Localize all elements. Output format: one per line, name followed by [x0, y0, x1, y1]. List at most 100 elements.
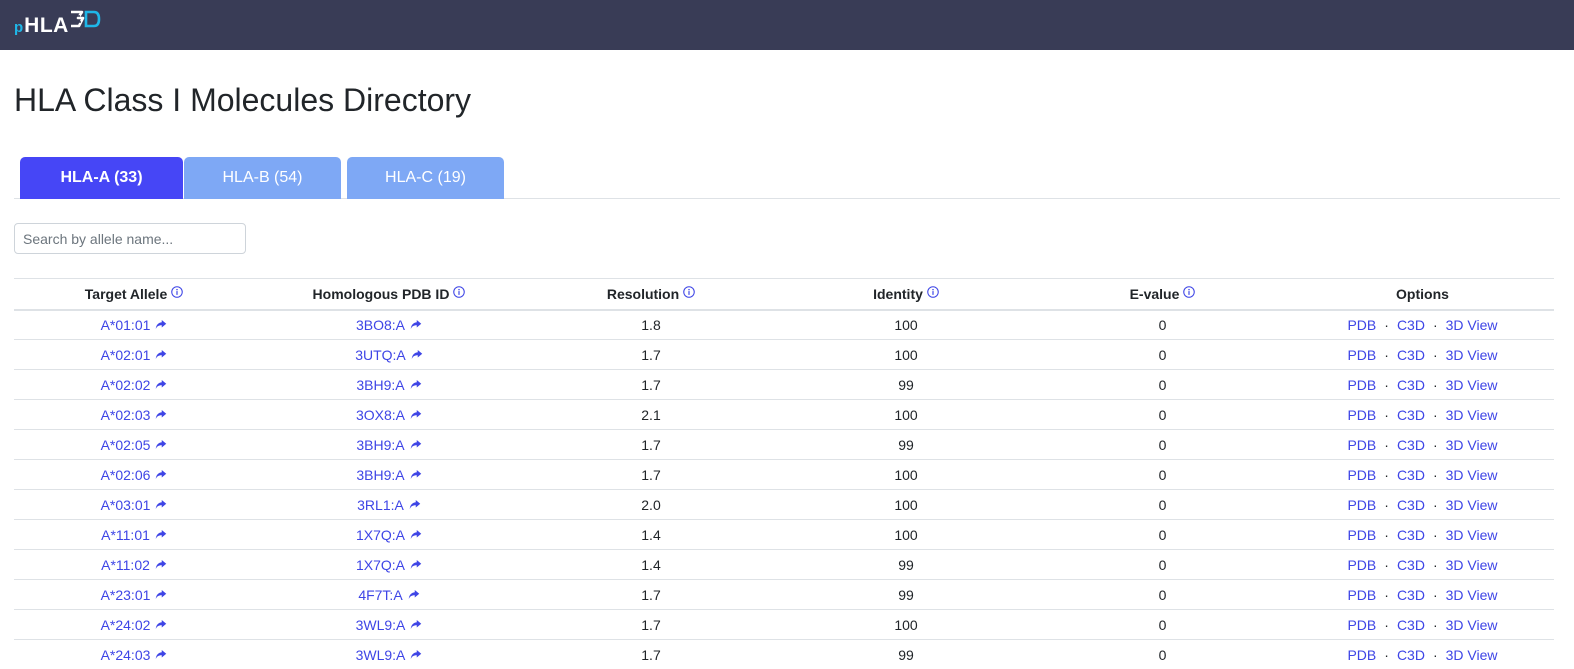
cell-resolution: 1.7 — [524, 339, 778, 370]
cell-homologous-pdb-id: 3UTQ:A — [254, 339, 524, 370]
3d-view-link[interactable]: 3D View — [1446, 467, 1498, 483]
allele-link[interactable]: A*24:02 — [101, 617, 168, 633]
pdb-link[interactable]: PDB — [1347, 527, 1376, 543]
3d-view-link[interactable]: 3D View — [1446, 377, 1498, 393]
info-circle-icon[interactable] — [171, 285, 184, 301]
cell-options: PDB · C3D · 3D View — [1291, 429, 1554, 460]
pdb-id-link[interactable]: 3BH9:A — [356, 377, 421, 393]
c3d-link[interactable]: C3D — [1397, 437, 1425, 453]
c3d-link[interactable]: C3D — [1397, 557, 1425, 573]
share-arrow-icon — [155, 377, 167, 393]
pdb-link[interactable]: PDB — [1347, 317, 1376, 333]
pdb-id-link[interactable]: 4F7T:A — [358, 587, 419, 603]
brand-logo[interactable]: p HLA — [14, 8, 101, 36]
cell-homologous-pdb-id: 1X7Q:A — [254, 519, 524, 550]
3d-view-link[interactable]: 3D View — [1446, 557, 1498, 573]
logo-text: HLA — [24, 14, 69, 37]
pdb-id-link[interactable]: 3RL1:A — [357, 497, 421, 513]
option-separator: · — [1384, 346, 1389, 363]
allele-name: A*23:01 — [100, 586, 151, 603]
allele-link[interactable]: A*02:06 — [101, 467, 168, 483]
c3d-link[interactable]: C3D — [1397, 587, 1425, 603]
3d-view-link[interactable]: 3D View — [1446, 437, 1498, 453]
info-circle-icon[interactable] — [683, 285, 695, 301]
3d-view-link[interactable]: 3D View — [1446, 617, 1498, 633]
share-arrow-icon — [410, 317, 422, 333]
allele-link[interactable]: A*11:02 — [101, 557, 167, 573]
pdb-id-link[interactable]: 3BH9:A — [356, 437, 421, 453]
allele-link[interactable]: A*02:01 — [101, 347, 168, 363]
pdb-link[interactable]: PDB — [1347, 617, 1376, 633]
allele-name: A*11:02 — [101, 556, 150, 573]
allele-link[interactable]: A*03:01 — [101, 497, 168, 513]
c3d-link[interactable]: C3D — [1397, 497, 1425, 513]
3d-view-link[interactable]: 3D View — [1446, 347, 1498, 363]
info-circle-icon[interactable] — [1183, 285, 1196, 301]
cell-homologous-pdb-id: 3BO8:A — [254, 309, 524, 340]
pdb-link[interactable]: PDB — [1347, 497, 1376, 513]
tab-hla-c[interactable]: HLA-C (19) — [347, 157, 504, 199]
option-separator: · — [1384, 526, 1389, 543]
pdb-link[interactable]: PDB — [1347, 407, 1376, 423]
tab-hla-b[interactable]: HLA-B (54) — [184, 157, 341, 199]
3d-view-link[interactable]: 3D View — [1446, 317, 1498, 333]
resolution-value: 1.7 — [641, 616, 661, 633]
table-row: A*02:02 3BH9:A 1.7 99 0 PDB · C3D · 3D View — [14, 369, 1554, 400]
cell-options: PDB · C3D · 3D View — [1291, 489, 1554, 520]
allele-link[interactable]: A*23:01 — [101, 587, 168, 603]
allele-name: A*02:02 — [100, 376, 151, 393]
pdb-link[interactable]: PDB — [1347, 437, 1376, 453]
allele-link[interactable]: A*02:05 — [101, 437, 168, 453]
allele-name: A*02:06 — [100, 466, 151, 483]
3d-view-link[interactable]: 3D View — [1446, 497, 1498, 513]
pdb-link[interactable]: PDB — [1347, 377, 1376, 393]
pdb-link[interactable]: PDB — [1347, 557, 1376, 573]
pdb-id-link[interactable]: 3WL9:A — [356, 647, 423, 663]
pdb-id-link[interactable]: 3BH9:A — [356, 467, 421, 483]
c3d-link[interactable]: C3D — [1397, 377, 1425, 393]
allele-name: A*02:01 — [100, 346, 151, 363]
c3d-link[interactable]: C3D — [1397, 317, 1425, 333]
allele-link[interactable]: A*24:03 — [101, 647, 168, 663]
info-circle-icon[interactable] — [453, 285, 466, 301]
c3d-link[interactable]: C3D — [1397, 467, 1425, 483]
resolution-value: 1.4 — [641, 526, 661, 543]
pdb-link[interactable]: PDB — [1347, 347, 1376, 363]
allele-link[interactable]: A*01:01 — [101, 317, 168, 333]
allele-name: A*02:05 — [100, 436, 151, 453]
c3d-link[interactable]: C3D — [1397, 527, 1425, 543]
allele-search-input[interactable] — [14, 223, 246, 254]
pdb-link[interactable]: PDB — [1347, 587, 1376, 603]
pdb-id-link[interactable]: 3UTQ:A — [355, 347, 423, 363]
c3d-link[interactable]: C3D — [1397, 647, 1425, 663]
cell-e-value: 0 — [1034, 459, 1291, 490]
cell-identity: 99 — [778, 369, 1034, 400]
pdb-id-link[interactable]: 1X7Q:A — [356, 527, 422, 543]
allele-link[interactable]: A*02:03 — [101, 407, 168, 423]
cell-target-allele: A*02:01 — [14, 339, 254, 370]
allele-link[interactable]: A*02:02 — [101, 377, 168, 393]
3d-view-link[interactable]: 3D View — [1446, 647, 1498, 663]
pdb-id-link[interactable]: 1X7Q:A — [356, 557, 422, 573]
pdb-id-link[interactable]: 3BO8:A — [356, 317, 422, 333]
c3d-link[interactable]: C3D — [1397, 407, 1425, 423]
pdb-link[interactable]: PDB — [1347, 467, 1376, 483]
3d-view-link[interactable]: 3D View — [1446, 407, 1498, 423]
identity-value: 100 — [894, 466, 918, 483]
pdb-link[interactable]: PDB — [1347, 647, 1376, 663]
c3d-link[interactable]: C3D — [1397, 617, 1425, 633]
cell-identity: 100 — [778, 519, 1034, 550]
option-separator: · — [1432, 496, 1438, 513]
3d-view-link[interactable]: 3D View — [1446, 527, 1498, 543]
pdb-id-link[interactable]: 3OX8:A — [356, 407, 422, 423]
resolution-value: 2.1 — [641, 406, 661, 423]
allele-name: A*03:01 — [100, 496, 151, 513]
3d-view-link[interactable]: 3D View — [1446, 587, 1498, 603]
cell-options: PDB · C3D · 3D View — [1291, 549, 1554, 580]
allele-link[interactable]: A*11:01 — [101, 527, 167, 543]
c3d-link[interactable]: C3D — [1397, 347, 1425, 363]
pdb-id-link[interactable]: 3WL9:A — [356, 617, 423, 633]
tab-hla-a[interactable]: HLA-A (33) — [20, 157, 183, 199]
molecules-table-container: Target Allele Homologous PDB ID Resolution… — [14, 278, 1554, 669]
info-circle-icon[interactable] — [927, 285, 939, 301]
